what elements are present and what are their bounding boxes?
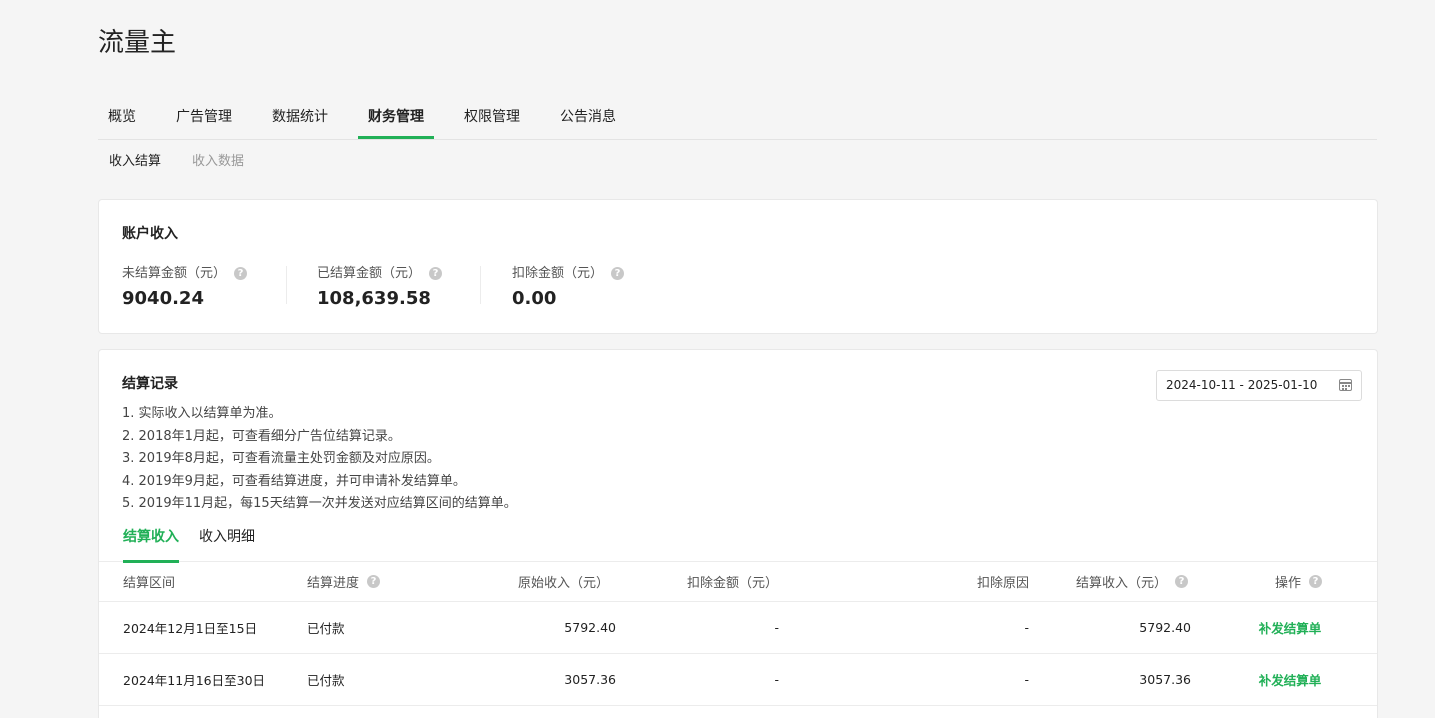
cell-deduction: -	[774, 672, 779, 687]
tab-announcements[interactable]: 公告消息	[560, 100, 616, 139]
subtab-income-settlement[interactable]: 收入结算	[109, 150, 161, 169]
table-header: 结算区间 结算进度? 原始收入（元） 扣除金额（元） 扣除原因 结算收入（元）?…	[99, 562, 1377, 602]
account-income-title: 账户收入	[122, 226, 178, 242]
metric-unsettled: 未结算金额（元）? 9040.24	[122, 262, 248, 312]
metric-divider	[286, 266, 287, 304]
cell-period: 2024年11月16日至30日	[123, 673, 266, 688]
cell-settled: 3057.36	[1139, 672, 1191, 687]
settlement-notes: 1. 实际收入以结算单为准。 2. 2018年1月起，可查看细分广告位结算记录。…	[122, 403, 517, 516]
date-range-value: 2024-10-11 - 2025-01-10	[1166, 378, 1318, 392]
note-item: 1. 实际收入以结算单为准。	[122, 406, 282, 421]
metric-settled-value: 108,639.58	[317, 288, 431, 309]
settlement-records-title: 结算记录	[122, 376, 178, 392]
col-settled: 结算收入（元）	[1076, 576, 1168, 591]
settlement-table: 结算区间 结算进度? 原始收入（元） 扣除金额（元） 扣除原因 结算收入（元）?…	[99, 562, 1377, 706]
cell-period: 2024年12月1日至15日	[123, 621, 258, 636]
calendar-icon	[1339, 379, 1352, 391]
question-circle-icon[interactable]: ?	[611, 267, 625, 280]
question-circle-icon[interactable]: ?	[1309, 575, 1323, 588]
question-circle-icon[interactable]: ?	[429, 267, 443, 280]
subtab-income-data[interactable]: 收入数据	[192, 150, 244, 169]
metric-deduction-label: 扣除金额（元）	[512, 266, 604, 281]
note-item: 3. 2019年8月起，可查看流量主处罚金额及对应原因。	[122, 451, 440, 467]
cell-reason: -	[1024, 672, 1029, 687]
cell-deduction: -	[774, 620, 779, 635]
app-title: 流量主	[98, 28, 177, 58]
page: 流量主 概览 广告管理 数据统计 财务管理 权限管理 公告消息 收入结算 收入数…	[0, 0, 1435, 718]
settlement-records-card: 结算记录 2024-10-11 - 2025-01-10 1. 实际收入以结算单…	[98, 349, 1378, 718]
col-reason: 扣除原因	[976, 576, 1029, 591]
metric-settled: 已结算金额（元）? 108,639.58	[317, 262, 443, 312]
cell-reason: -	[1024, 620, 1029, 635]
note-item: 4. 2019年9月起，可查看结算进度，并可申请补发结算单。	[122, 473, 466, 489]
tab-income-detail[interactable]: 收入明细	[199, 526, 255, 546]
records-tabs: 结算收入 收入明细	[99, 520, 1377, 563]
col-original: 原始收入（元）	[517, 576, 609, 591]
cell-settled: 5792.40	[1139, 620, 1191, 635]
metric-deduction-value: 0.00	[512, 288, 557, 309]
question-circle-icon[interactable]: ?	[367, 575, 381, 588]
main-nav: 概览 广告管理 数据统计 财务管理 权限管理 公告消息	[98, 100, 1377, 140]
table-row: 2024年11月16日至30日 已付款 3057.36 - - 3057.36 …	[99, 654, 1377, 706]
tab-statistics[interactable]: 数据统计	[272, 100, 328, 139]
note-item: 5. 2019年11月起，每15天结算一次并发送对应结算区间的结算单。	[122, 496, 517, 512]
table-row: 2024年12月1日至15日 已付款 5792.40 - - 5792.40 补…	[99, 602, 1377, 654]
metric-settled-label: 已结算金额（元）	[317, 266, 422, 281]
cell-progress: 已付款	[307, 673, 345, 688]
tab-ad-management[interactable]: 广告管理	[176, 100, 232, 139]
cell-original: 5792.40	[564, 620, 616, 635]
tab-overview[interactable]: 概览	[108, 100, 136, 139]
cell-progress: 已付款	[307, 621, 345, 636]
metric-divider	[480, 266, 481, 304]
tab-finance[interactable]: 财务管理	[358, 100, 434, 139]
metric-unsettled-value: 9040.24	[122, 288, 204, 309]
col-period: 结算区间	[123, 576, 176, 591]
date-range-picker[interactable]: 2024-10-11 - 2025-01-10	[1156, 370, 1362, 401]
question-circle-icon[interactable]: ?	[234, 267, 248, 280]
tab-settlement-income[interactable]: 结算收入	[123, 526, 179, 563]
col-progress: 结算进度	[307, 576, 360, 591]
reissue-statement-link[interactable]: 补发结算单	[1259, 618, 1322, 637]
col-deduction: 扣除金额（元）	[687, 576, 779, 591]
reissue-statement-link[interactable]: 补发结算单	[1259, 670, 1322, 689]
note-item: 2. 2018年1月起，可查看细分广告位结算记录。	[122, 428, 401, 444]
account-income-card: 账户收入 未结算金额（元）? 9040.24 已结算金额（元）? 108,639…	[98, 199, 1378, 334]
question-circle-icon[interactable]: ?	[1175, 575, 1189, 588]
col-action: 操作	[1275, 576, 1302, 591]
tab-permissions[interactable]: 权限管理	[464, 100, 520, 139]
metric-deduction: 扣除金额（元）? 0.00	[512, 262, 625, 312]
metric-unsettled-label: 未结算金额（元）	[122, 266, 227, 281]
cell-original: 3057.36	[564, 672, 616, 687]
